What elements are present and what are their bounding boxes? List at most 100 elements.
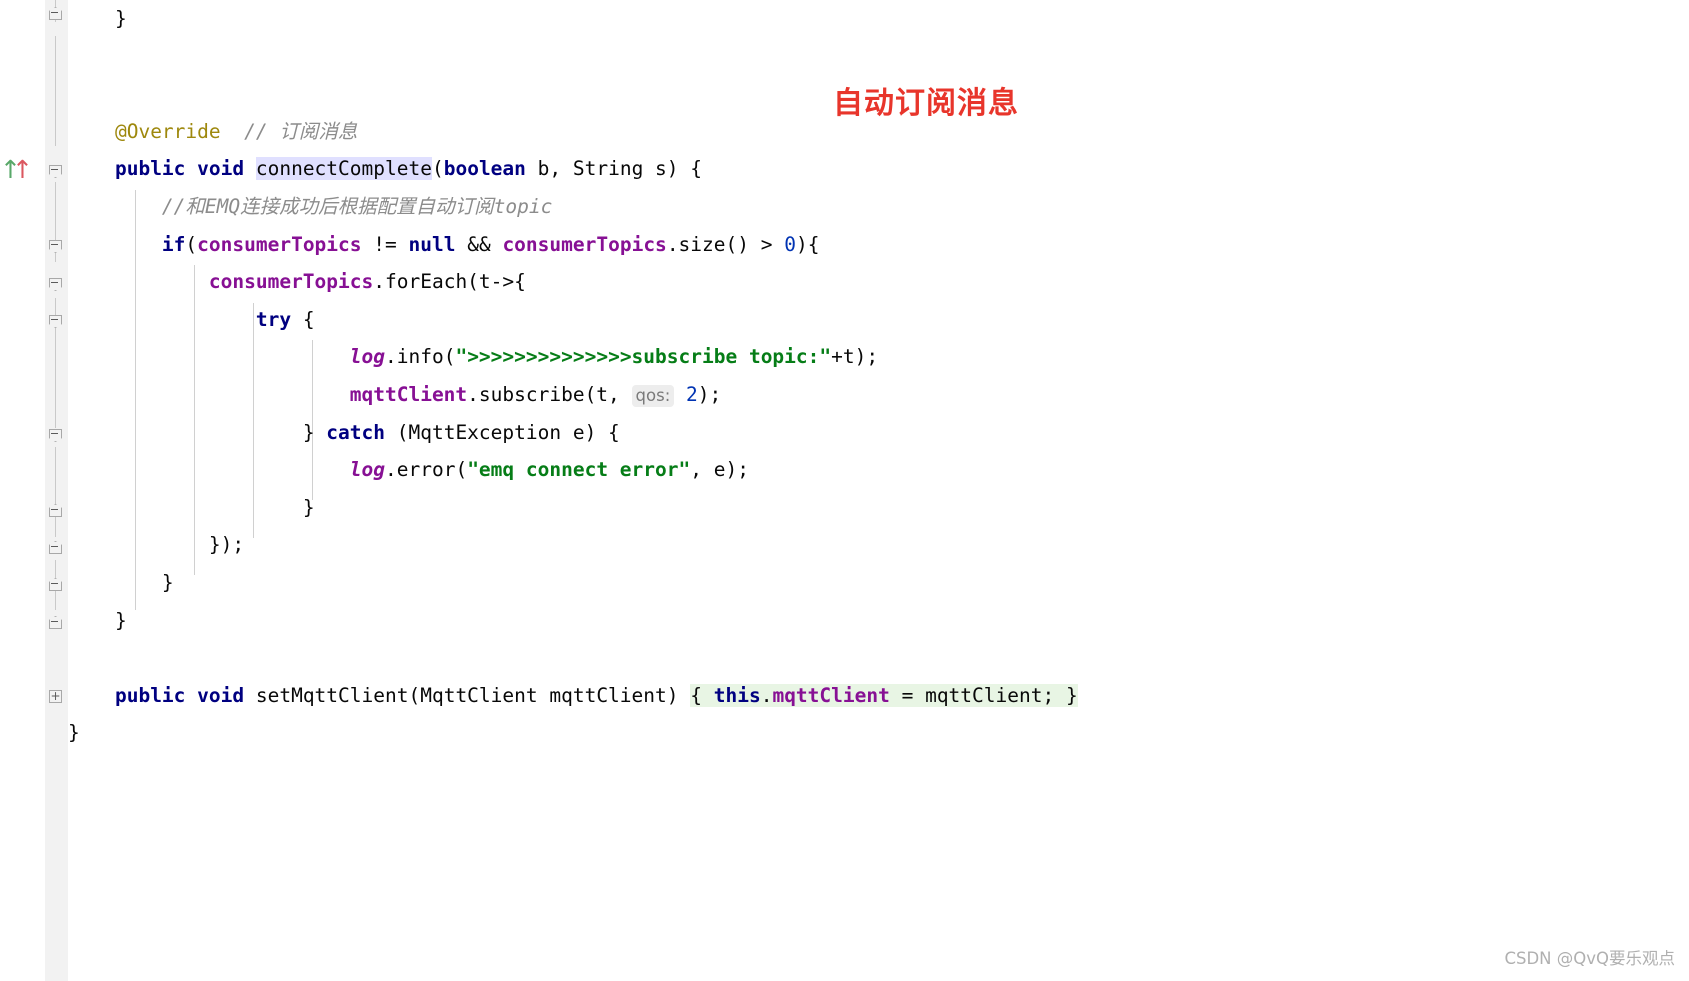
line-close-try[interactable]: } — [68, 489, 1078, 527]
code-token: if — [161, 232, 186, 256]
code-token: connectComplete — [255, 157, 432, 181]
line-comment-emq[interactable]: //和EMQ连接成功后根据配置自动订阅topic — [68, 188, 1078, 226]
code-token: .info( — [385, 345, 456, 369]
fold-marker-collapse[interactable] — [49, 6, 62, 19]
line-close-method[interactable]: } — [68, 602, 1078, 640]
code-token: consumerTopics — [502, 232, 667, 256]
code-token: .error( — [385, 458, 468, 482]
code-token: public void — [114, 683, 256, 707]
code-token: mqttClient — [772, 683, 890, 707]
code-token: } — [302, 495, 315, 519]
code-token: != — [361, 232, 409, 256]
code-token: 2 — [686, 382, 698, 406]
code-token: (MqttException e) { — [385, 420, 620, 444]
line-setter[interactable]: public void setMqttClient(MqttClient mqt… — [68, 677, 1078, 715]
code-token: b, String s) { — [525, 157, 703, 181]
code-token: && — [455, 232, 503, 256]
code-token: // 订阅消息 — [244, 119, 358, 143]
code-token: ){ — [795, 232, 820, 256]
fold-rail — [55, 447, 56, 537]
fold-rail — [55, 36, 56, 146]
red-annotation-note: 自动订阅消息 — [833, 86, 1019, 121]
code-token: ( — [431, 157, 444, 181]
line-method-signature[interactable]: public void connectComplete(boolean b, S… — [68, 150, 1078, 188]
fold-marker-expand[interactable] — [49, 239, 62, 252]
code-token: }); — [208, 533, 245, 557]
code-editor-screenshot: ↑↑ } @Override // 订阅消息 public void conne… — [0, 0, 1689, 981]
code-token: log — [349, 345, 385, 369]
line-log-error[interactable]: log.error("emq connect error", e); — [68, 451, 1078, 489]
line-blank-1[interactable] — [68, 38, 1078, 76]
line-try[interactable]: try { — [68, 301, 1078, 339]
fold-marker-expand[interactable] — [49, 314, 62, 327]
code-token: @Override — [114, 119, 221, 143]
code-token: null — [408, 232, 456, 256]
line-foreach[interactable]: consumerTopics.forEach(t->{ — [68, 263, 1078, 301]
code-token: catch — [326, 420, 385, 444]
line-close-class[interactable]: } — [68, 714, 1078, 752]
code-token: = mqttClient; — [889, 683, 1066, 707]
code-token: { — [690, 683, 714, 707]
fold-marker-expand[interactable] — [49, 428, 62, 441]
editor-text-area[interactable]: } @Override // 订阅消息 public void connectC… — [68, 0, 1689, 981]
line-catch[interactable]: } catch (MqttException e) { — [68, 414, 1078, 452]
code-token: } — [68, 721, 80, 745]
vcs-annotation-margin: ↑↑ — [0, 0, 45, 981]
csdn-watermark: CSDN @QvQ要乐观点 — [1504, 949, 1675, 968]
code-token: boolean — [443, 157, 526, 181]
line-subscribe[interactable]: mqttClient.subscribe(t, qos: 2); — [68, 376, 1078, 414]
code-token: this — [713, 683, 761, 707]
line-close-foreach[interactable]: }); — [68, 526, 1078, 564]
vcs-arrow-red-icon: ↑ — [11, 155, 33, 184]
code-token: setMqttClient(MqttClient mqttClient) — [255, 683, 691, 707]
fold-marker-collapse[interactable] — [49, 540, 62, 553]
line-log-info[interactable]: log.info(">>>>>>>>>>>>>>subscribe topic:… — [68, 338, 1078, 376]
code-token: ); — [697, 382, 722, 406]
code-token: .forEach(t->{ — [373, 270, 526, 294]
fold-marker-plus[interactable] — [49, 690, 62, 703]
code-token: ( — [185, 232, 198, 256]
fold-marker-collapse[interactable] — [49, 577, 62, 590]
code-token: } — [1065, 683, 1078, 707]
code-token: mqttClient — [349, 382, 468, 406]
fold-marker-collapse[interactable] — [49, 615, 62, 628]
code-token: "emq connect error" — [467, 458, 691, 482]
code-token: try — [255, 307, 292, 331]
fold-marker-expand[interactable] — [49, 277, 62, 290]
code-token: } — [114, 608, 127, 632]
line-if-consumertopics[interactable]: if(consumerTopics != null && consumerTop… — [68, 226, 1078, 264]
code-token: qos: — [631, 384, 675, 407]
vcs-change-arrow-icon[interactable]: ↑↑ — [0, 152, 33, 188]
code-token: } — [161, 570, 174, 594]
code-token: . — [760, 683, 773, 707]
code-token: .size() > — [666, 232, 785, 256]
code-token: { — [291, 307, 315, 331]
line-close-if[interactable]: } — [68, 564, 1078, 602]
fold-marker-collapse[interactable] — [49, 503, 62, 516]
line-close-brace-1[interactable]: } — [68, 0, 1078, 38]
line-blank-3[interactable] — [68, 639, 1078, 677]
code-token: } — [114, 7, 127, 30]
editor-gutter[interactable] — [45, 0, 69, 981]
code-token: } — [302, 420, 327, 444]
code-token: +t); — [831, 345, 879, 369]
fold-marker-expand[interactable] — [49, 164, 62, 177]
